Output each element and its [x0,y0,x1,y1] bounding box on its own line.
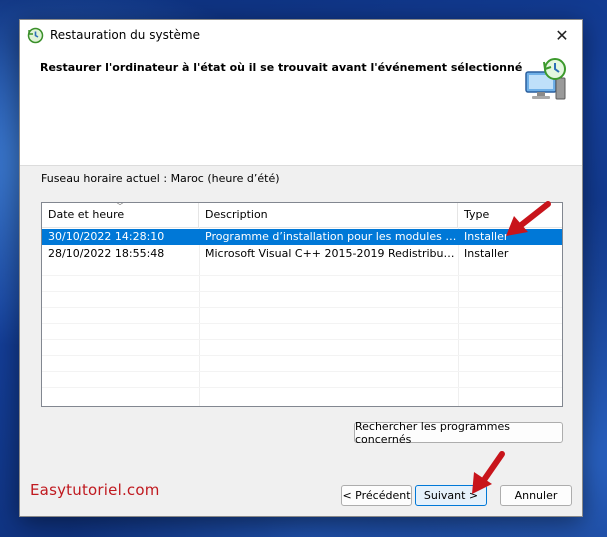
row-description: Programme d’installation pour les module… [205,230,458,243]
grid-line [42,355,562,356]
close-button[interactable]: ✕ [542,20,582,50]
back-button[interactable]: < Précédent [341,485,412,506]
row-date: 30/10/2022 14:28:10 [48,230,165,243]
column-description-label: Description [205,208,268,221]
system-restore-computer-icon [525,58,566,100]
sort-caret-icon: ﹀ [116,202,124,211]
timezone-label: Fuseau horaire actuel : Maroc (heure d’é… [41,172,280,185]
page-heading: Restaurer l'ordinateur à l'état où il se… [40,61,523,74]
column-date[interactable]: ﹀ Date et heure [42,203,199,227]
window-title: Restauration du système [50,28,200,42]
title-bar: Restauration du système ✕ [20,20,582,50]
close-icon: ✕ [555,25,569,45]
grid-line [42,275,562,276]
watermark-text: Easytutoriel.com [30,481,160,499]
scan-affected-programs-button[interactable]: Rechercher les programmes concernés [354,420,563,446]
grid-line [42,387,562,388]
row-description: Microsoft Visual C++ 2015-2019 Redistrib… [205,247,458,260]
table-row[interactable]: 28/10/2022 18:55:48 Microsoft Visual C++… [42,246,562,262]
system-restore-dialog: Restauration du système ✕ Restaurer l'or… [19,19,583,517]
row-type: Installer [464,247,509,260]
grid-line [42,339,562,340]
table-header: ﹀ Date et heure Description Type [42,203,562,228]
row-date: 28/10/2022 18:55:48 [48,247,165,260]
cancel-button[interactable]: Annuler [500,485,572,506]
restore-points-table: ﹀ Date et heure Description Type 30/10/2… [41,202,563,407]
grid-line [42,307,562,308]
grid-line [42,371,562,372]
header-panel: Restaurer l'ordinateur à l'état où il se… [20,50,582,166]
column-date-label: Date et heure [48,208,125,221]
grid-line [42,323,562,324]
table-row[interactable]: 30/10/2022 14:28:10 Programme d’installa… [42,229,562,245]
column-description[interactable]: Description [199,203,458,227]
system-restore-icon [27,27,44,44]
grid-line [42,291,562,292]
annotation-arrow-icon [506,201,551,236]
column-type-label: Type [464,208,490,221]
annotation-arrow-icon [472,451,505,494]
